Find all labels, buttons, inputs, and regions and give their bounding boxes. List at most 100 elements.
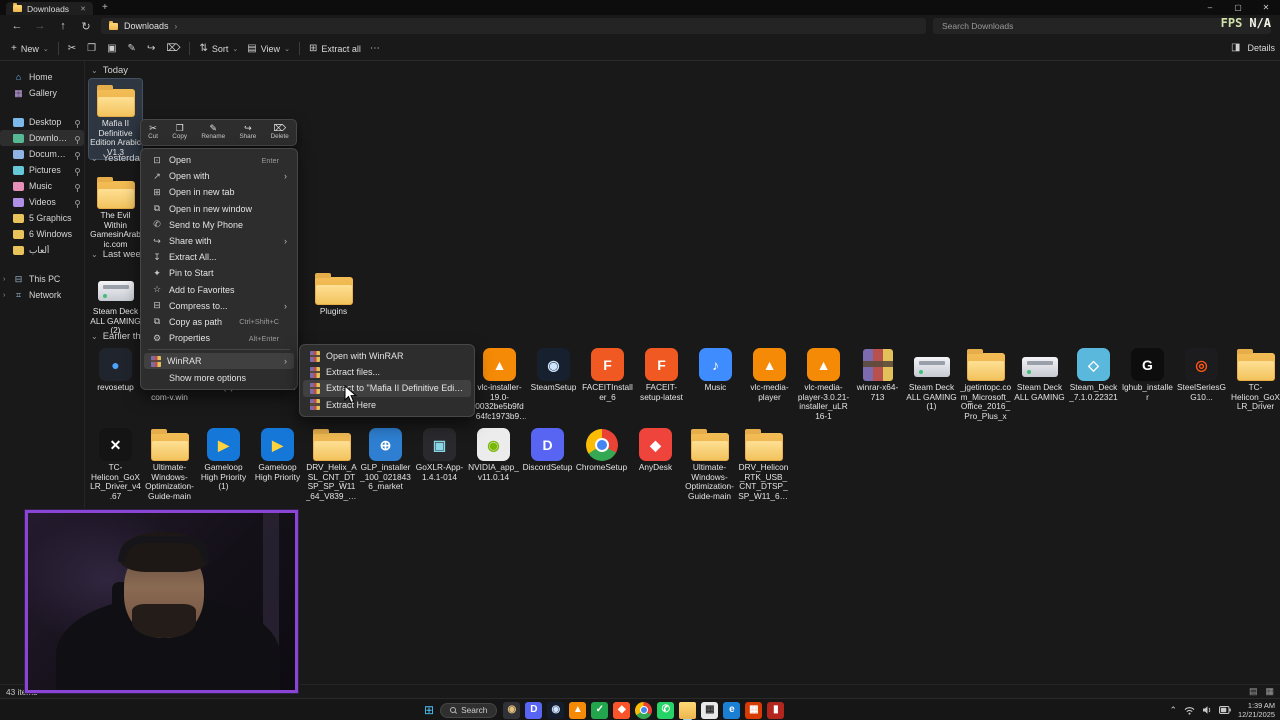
file-item[interactable]: The Evil Within GamesinArabic.com — [89, 171, 142, 251]
chrome-icon[interactable] — [635, 701, 653, 719]
edge-icon[interactable]: e — [723, 701, 741, 719]
file-item[interactable]: ▲ vlc-media-player — [743, 343, 796, 404]
sidebar-item[interactable]: › 6 Windows — [0, 226, 84, 242]
quick-action[interactable]: ✎ Rename — [201, 124, 225, 141]
file-item[interactable]: DRV_Helix_ASL_CNT_DTSP_SP_W11_64_V839_60… — [305, 423, 358, 503]
view-button[interactable]: ▤ View ⌄ — [247, 43, 290, 54]
office-icon[interactable]: ▦ — [745, 701, 763, 719]
rename-icon[interactable]: ✎ — [128, 43, 136, 54]
file-item[interactable]: Steam Deck ALL GAMING (2) — [89, 267, 142, 338]
more-options-button[interactable]: ⋯ — [370, 43, 380, 54]
file-item[interactable]: ◉ SteamSetup — [527, 343, 580, 395]
game-red-icon[interactable]: ▮ — [767, 701, 785, 719]
section-header-yesterday[interactable]: ⌄ Yesterday — [91, 153, 145, 164]
file-item[interactable]: Steam Deck ALL GAMING — [1013, 343, 1066, 404]
section-header-today[interactable]: ⌄ Today — [91, 65, 128, 76]
sidebar-item[interactable]: › ▦ Gallery — [0, 85, 84, 101]
details-pane-button[interactable]: ◨ Details — [1231, 37, 1275, 59]
quick-action[interactable]: ❐ Copy — [172, 124, 187, 141]
file-item[interactable]: ● revosetup — [89, 343, 142, 395]
sidebar-item[interactable]: › 5 Graphics — [0, 210, 84, 226]
discord-icon[interactable]: D — [525, 701, 543, 719]
quick-action[interactable]: ↪ Share — [239, 124, 256, 141]
quick-action[interactable]: ✂ Cut — [148, 124, 158, 141]
vlc-icon[interactable]: ▲ — [569, 701, 587, 719]
sidebar-item[interactable]: › ⌗ Network — [0, 287, 84, 303]
file-item[interactable]: Mafia II Definitive Edition Arabic V1.3 — [88, 77, 143, 161]
context-menu-item[interactable]: ↧ Extract All... › — [144, 249, 294, 265]
file-item[interactable]: ▲ vlc-media-player-3.0.21-installer_uLR1… — [797, 343, 850, 423]
cut-icon[interactable]: ✂ — [68, 43, 76, 54]
file-item[interactable]: ◎ SteelSeriesGG10... — [1175, 343, 1228, 404]
quick-action[interactable]: ⌦ Delete — [271, 124, 289, 141]
submenu-item[interactable]: Open with WinRAR — [303, 348, 471, 364]
close-button[interactable]: ✕ — [1252, 0, 1280, 15]
sidebar-item[interactable]: › Music — [0, 178, 84, 194]
context-menu-item[interactable]: ⊟ Compress to... › — [144, 298, 294, 314]
forward-icon[interactable]: → — [32, 20, 48, 32]
share-icon[interactable]: ↪ — [147, 43, 155, 54]
minimize-button[interactable]: – — [1196, 0, 1224, 15]
new-tab-button[interactable]: + — [102, 2, 108, 13]
sidebar-item[interactable]: › ⊟ This PC — [0, 271, 84, 287]
file-item[interactable]: D DiscordSetup — [521, 423, 574, 475]
hidden-icons-chevron[interactable]: ⌃ — [1169, 705, 1177, 715]
file-item[interactable]: G lghub_installer — [1121, 343, 1174, 404]
sidebar-item[interactable]: › Documents — [0, 146, 84, 162]
battery-icon[interactable] — [1219, 706, 1231, 714]
file-item[interactable]: TC-Helicon_GoXLR_Driver — [1229, 343, 1280, 414]
file-item[interactable]: DRV_Helicon_RTK_USB_CNT_DTSP_SP_W11_64_V… — [737, 423, 790, 503]
submenu-item[interactable]: Extract to "Mafia II Definitive Edition … — [303, 380, 471, 397]
brave-icon[interactable]: ◆ — [613, 701, 631, 719]
section-header-last-week[interactable]: ⌄ Last week — [91, 249, 145, 260]
submenu-item[interactable]: Extract files... — [303, 364, 471, 380]
context-menu-item[interactable]: ⚙ Properties Alt+Enter › — [144, 330, 294, 346]
file-item[interactable]: F FACEIT-setup-latest — [635, 343, 688, 404]
file-explorer-icon[interactable] — [679, 701, 697, 720]
context-menu-item[interactable]: ✦ Pin to Start › — [144, 265, 294, 281]
context-menu-item[interactable]: Show more options › — [144, 369, 294, 385]
submenu-item[interactable]: Extract Here — [303, 397, 471, 413]
wifi-icon[interactable] — [1184, 706, 1195, 715]
file-item[interactable]: Steam Deck ALL GAMING (1) — [905, 343, 958, 414]
tab-close-icon[interactable]: ✕ — [80, 5, 86, 13]
context-menu-item[interactable]: ⧉ Open in new window › — [144, 201, 294, 217]
breadcrumb[interactable]: Downloads › — [101, 18, 926, 34]
context-menu-item[interactable]: ⊡ Open Enter › — [144, 152, 294, 168]
taskbar-search[interactable]: Search — [440, 702, 498, 718]
sidebar-item[interactable]: › Videos — [0, 194, 84, 210]
sidebar-item[interactable]: › ⌂ Home — [0, 69, 84, 85]
whatsapp-icon[interactable]: ✆ — [657, 701, 675, 719]
sidebar-item[interactable]: › ألعاب — [0, 242, 84, 258]
context-menu-item[interactable]: ⧉ Copy as path Ctrl+Shift+C › — [144, 314, 294, 330]
steam-icon[interactable]: ◉ — [547, 701, 565, 719]
file-item[interactable]: ♪ Music — [689, 343, 742, 395]
delete-icon[interactable]: ⌦ — [166, 43, 180, 54]
extract-all-button[interactable]: ⊞ Extract all — [309, 43, 361, 54]
up-icon[interactable]: ↑ — [55, 20, 71, 32]
context-menu-item[interactable]: WinRAR › — [144, 353, 294, 370]
tray-clock[interactable]: 1:39 AM 12/21/2025 — [1238, 701, 1275, 720]
file-item[interactable]: ◉ NVIDIA_app_v11.0.14 — [467, 423, 520, 484]
file-item[interactable]: _jgetintopc.com_Microsoft_Office_2016_Pr… — [959, 343, 1012, 423]
copy-icon[interactable]: ❐ — [87, 43, 96, 54]
details-view-icon[interactable]: ▤ — [1249, 686, 1258, 697]
context-menu-item[interactable]: ✆ Send to My Phone › — [144, 217, 294, 233]
context-menu-item[interactable]: ⊞ Open in new tab › — [144, 184, 294, 200]
refresh-icon[interactable]: ↻ — [78, 20, 94, 33]
file-item[interactable]: ⊕ GLP_installer_100_0218436_market — [359, 423, 412, 494]
start-button[interactable]: ⊞ — [424, 704, 434, 716]
back-icon[interactable]: ← — [9, 20, 25, 32]
antivirus-icon[interactable]: ✓ — [591, 701, 609, 719]
file-item[interactable]: ▶ Gameloop High Priority (1) — [197, 423, 250, 494]
file-item[interactable]: ◇ Steam_Deck_7.1.0.22321 — [1067, 343, 1120, 404]
file-item[interactable]: ◆ AnyDesk — [629, 423, 682, 475]
file-item[interactable]: ✕ TC-Helicon_GoXLR_Driver_v4.67 — [89, 423, 142, 503]
file-item[interactable]: ChromeSetup — [575, 423, 628, 475]
sidebar-item[interactable]: › Downloads — [0, 130, 84, 146]
volume-icon[interactable] — [1202, 705, 1212, 715]
file-item[interactable]: ▲ vlc-installer-19.0-0032be5b9fd64fc1973… — [473, 343, 526, 423]
calculator-icon[interactable]: ▦ — [701, 701, 719, 719]
paste-icon[interactable]: ▣ — [107, 43, 116, 54]
file-item[interactable]: ▶ Gameloop High Priority — [251, 423, 304, 484]
